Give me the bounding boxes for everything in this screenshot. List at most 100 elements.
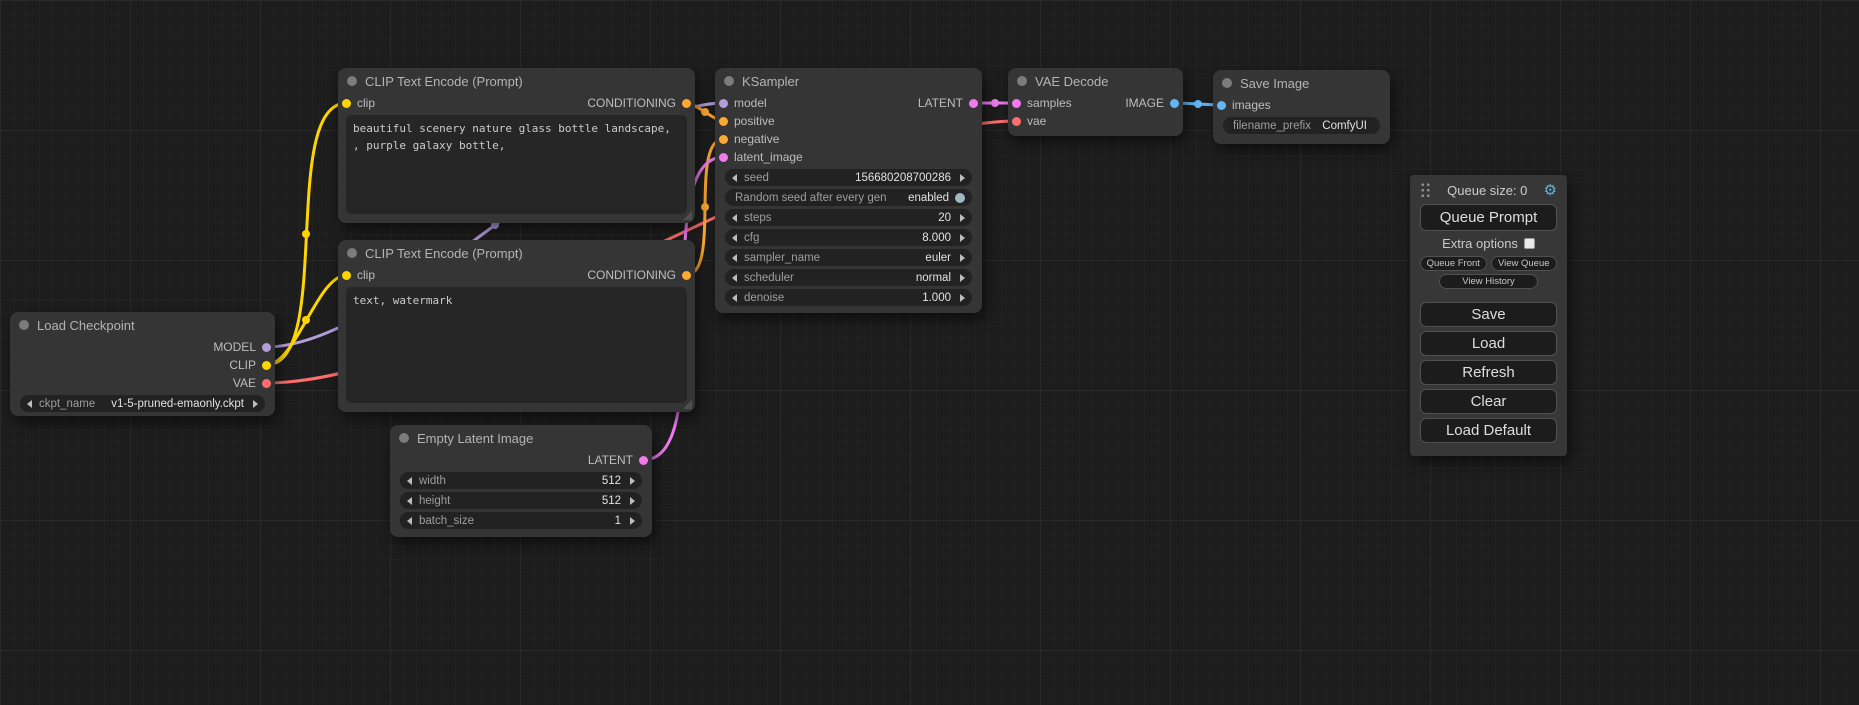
widget-height[interactable]: height 512	[400, 492, 642, 509]
node-graph-canvas[interactable]: { "colors": { "model": "#B39DDB", "clip"…	[0, 0, 1859, 705]
collapse-dot-icon[interactable]	[19, 320, 29, 330]
view-queue-button[interactable]: View Queue	[1491, 256, 1558, 271]
next-value-arrow-icon[interactable]	[960, 274, 965, 282]
increment-arrow-icon[interactable]	[630, 497, 635, 505]
prompt-textarea[interactable]: beautiful scenery nature glass bottle la…	[346, 115, 687, 214]
node-header[interactable]: KSampler	[715, 68, 982, 94]
widget-sampler-name[interactable]: sampler_name euler	[725, 249, 972, 266]
clear-button[interactable]: Clear	[1420, 389, 1557, 414]
view-history-button[interactable]: View History	[1439, 274, 1538, 289]
node-header[interactable]: CLIP Text Encode (Prompt)	[338, 68, 695, 94]
next-value-arrow-icon[interactable]	[253, 400, 258, 408]
output-dot-vae[interactable]	[262, 379, 271, 388]
load-default-button[interactable]: Load Default	[1420, 418, 1557, 443]
decrement-arrow-icon[interactable]	[732, 214, 737, 222]
queue-small-buttons-row: Queue Front View Queue	[1420, 256, 1557, 271]
node-clip-text-encode-positive[interactable]: CLIP Text Encode (Prompt) clip CONDITION…	[338, 68, 695, 223]
increment-arrow-icon[interactable]	[960, 294, 965, 302]
resize-handle[interactable]	[683, 211, 692, 220]
widget-batch-size[interactable]: batch_size 1	[400, 512, 642, 529]
collapse-dot-icon[interactable]	[347, 248, 357, 258]
decrement-arrow-icon[interactable]	[732, 174, 737, 182]
input-dot-vae[interactable]	[1012, 117, 1021, 126]
increment-arrow-icon[interactable]	[960, 234, 965, 242]
slot-label: negative	[734, 132, 779, 146]
increment-arrow-icon[interactable]	[630, 517, 635, 525]
widget-denoise[interactable]: denoise 1.000	[725, 289, 972, 306]
widget-seed[interactable]: seed 156680208700286	[725, 169, 972, 186]
widget-ckpt-name[interactable]: ckpt_name v1-5-pruned-emaonly.ckpt	[20, 395, 265, 412]
decrement-arrow-icon[interactable]	[732, 234, 737, 242]
increment-arrow-icon[interactable]	[630, 477, 635, 485]
queue-size-label: Queue size: 0	[1431, 183, 1544, 198]
load-button[interactable]: Load	[1420, 331, 1557, 356]
input-slot-clip: clip	[342, 268, 375, 282]
resize-handle[interactable]	[683, 400, 692, 409]
decrement-arrow-icon[interactable]	[732, 294, 737, 302]
refresh-button[interactable]: Refresh	[1420, 360, 1557, 385]
slot-label: clip	[357, 268, 375, 282]
node-vae-decode[interactable]: VAE Decode samples IMAGE vae	[1008, 68, 1183, 136]
slot-label: CONDITIONING	[587, 96, 676, 110]
next-value-arrow-icon[interactable]	[960, 254, 965, 262]
output-dot-conditioning[interactable]	[682, 271, 691, 280]
decrement-arrow-icon[interactable]	[407, 517, 412, 525]
prompt-textarea[interactable]: text, watermark	[346, 287, 687, 403]
drag-handle-icon[interactable]	[1420, 182, 1431, 198]
output-dot-conditioning[interactable]	[682, 99, 691, 108]
input-dot-negative[interactable]	[719, 135, 728, 144]
input-dot-latent-image[interactable]	[719, 153, 728, 162]
node-empty-latent-image[interactable]: Empty Latent Image LATENT width 512 heig…	[390, 425, 652, 537]
collapse-dot-icon[interactable]	[1017, 76, 1027, 86]
node-ksampler[interactable]: KSampler model LATENT positive negative …	[715, 68, 982, 313]
widget-filename-prefix[interactable]: filename_prefix ComfyUI	[1223, 117, 1380, 134]
node-clip-text-encode-negative[interactable]: CLIP Text Encode (Prompt) clip CONDITION…	[338, 240, 695, 412]
queue-front-button[interactable]: Queue Front	[1420, 256, 1487, 271]
node-header[interactable]: Save Image	[1213, 70, 1390, 96]
input-slot-images: images	[1217, 98, 1271, 112]
output-dot-model[interactable]	[262, 343, 271, 352]
prev-value-arrow-icon[interactable]	[732, 254, 737, 262]
output-dot-image[interactable]	[1170, 99, 1179, 108]
collapse-dot-icon[interactable]	[399, 433, 409, 443]
widget-value: enabled	[908, 192, 949, 204]
widget-cfg[interactable]: cfg 8.000	[725, 229, 972, 246]
slot-row: positive	[715, 112, 982, 130]
input-dot-samples[interactable]	[1012, 99, 1021, 108]
collapse-dot-icon[interactable]	[724, 76, 734, 86]
widget-scheduler[interactable]: scheduler normal	[725, 269, 972, 286]
input-dot-clip[interactable]	[342, 99, 351, 108]
node-header[interactable]: CLIP Text Encode (Prompt)	[338, 240, 695, 266]
output-dot-latent[interactable]	[639, 456, 648, 465]
increment-arrow-icon[interactable]	[960, 174, 965, 182]
node-save-image[interactable]: Save Image images filename_prefix ComfyU…	[1213, 70, 1390, 144]
prev-value-arrow-icon[interactable]	[732, 274, 737, 282]
decrement-arrow-icon[interactable]	[407, 497, 412, 505]
queue-prompt-button[interactable]: Queue Prompt	[1420, 204, 1557, 231]
node-header[interactable]: Load Checkpoint	[10, 312, 275, 338]
prev-value-arrow-icon[interactable]	[27, 400, 32, 408]
input-dot-clip[interactable]	[342, 271, 351, 280]
collapse-dot-icon[interactable]	[347, 76, 357, 86]
collapse-dot-icon[interactable]	[1222, 78, 1232, 88]
widget-value: 512	[602, 475, 621, 487]
output-dot-latent[interactable]	[969, 99, 978, 108]
node-load-checkpoint[interactable]: Load Checkpoint MODEL CLIP VAE ckpt_name…	[10, 312, 275, 416]
extra-options-checkbox[interactable]	[1524, 238, 1535, 249]
input-dot-positive[interactable]	[719, 117, 728, 126]
widget-label: height	[419, 495, 450, 507]
widget-width[interactable]: width 512	[400, 472, 642, 489]
node-header[interactable]: Empty Latent Image	[390, 425, 652, 451]
decrement-arrow-icon[interactable]	[407, 477, 412, 485]
output-dot-clip[interactable]	[262, 361, 271, 370]
increment-arrow-icon[interactable]	[960, 214, 965, 222]
node-header[interactable]: VAE Decode	[1008, 68, 1183, 94]
save-button[interactable]: Save	[1420, 302, 1557, 327]
node-title: CLIP Text Encode (Prompt)	[365, 74, 523, 89]
seed-toggle-dot-icon[interactable]	[955, 193, 965, 203]
widget-control-after-generate[interactable]: Random seed after every gen enabled	[725, 189, 972, 206]
input-dot-model[interactable]	[719, 99, 728, 108]
widget-steps[interactable]: steps 20	[725, 209, 972, 226]
input-dot-images[interactable]	[1217, 101, 1226, 110]
settings-gear-icon[interactable]: ⚙	[1544, 183, 1557, 198]
